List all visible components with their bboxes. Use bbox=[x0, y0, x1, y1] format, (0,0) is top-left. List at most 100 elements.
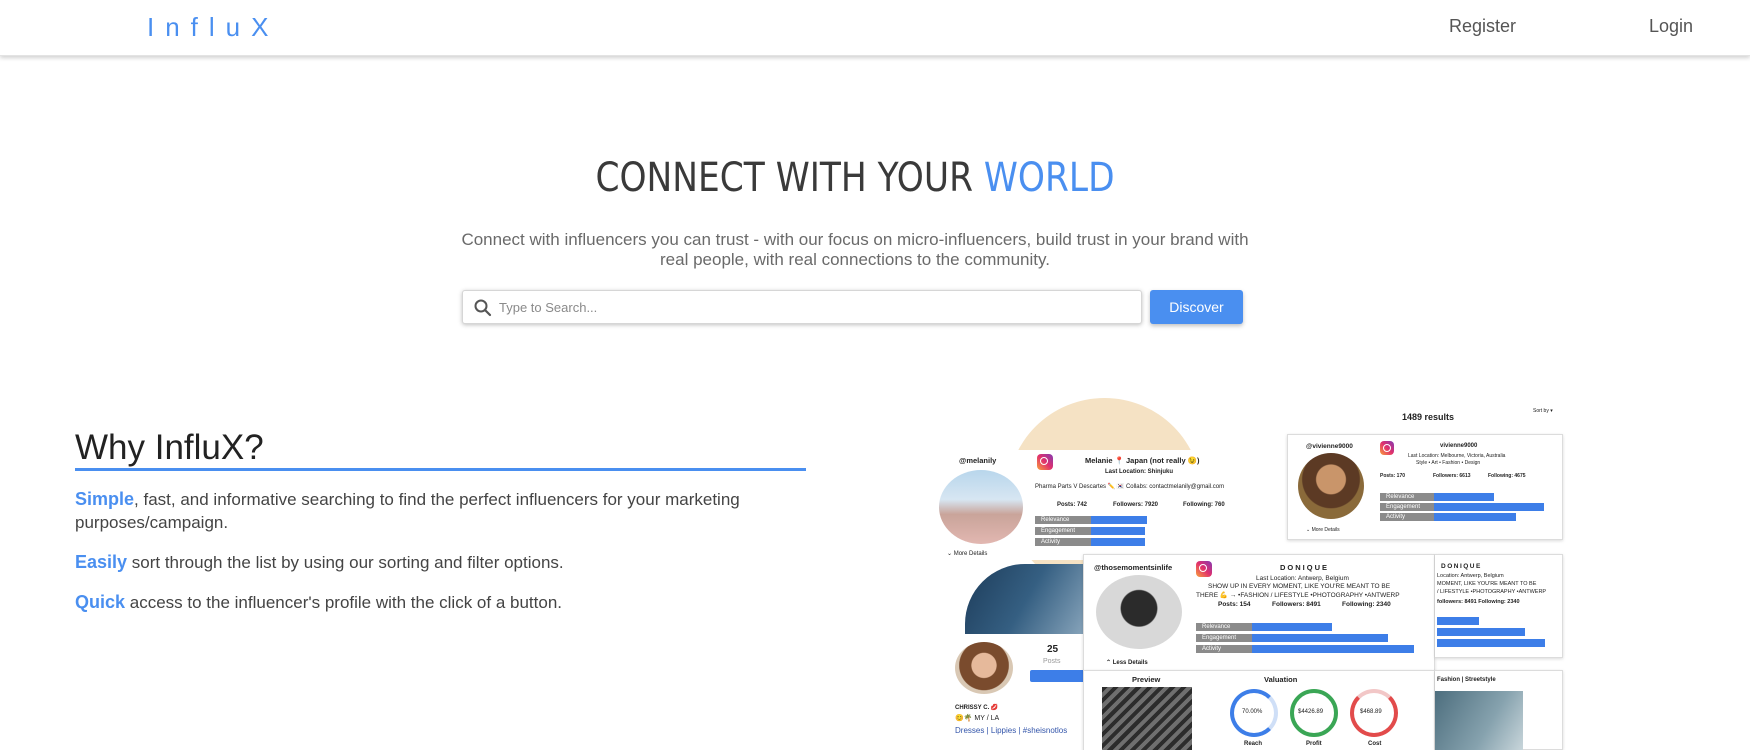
register-link[interactable]: Register bbox=[1449, 16, 1516, 37]
profit-value: $4426.89 bbox=[1298, 709, 1324, 715]
bar-label-engagement: Engagement bbox=[1035, 527, 1091, 535]
card-handle: @vivienne9000 bbox=[1306, 443, 1353, 450]
instagram-icon bbox=[1037, 454, 1053, 470]
profit-label: Profit bbox=[1306, 741, 1322, 747]
less-details: ⌃ Less Details bbox=[1106, 660, 1148, 666]
search-box bbox=[462, 290, 1142, 324]
card-followers: Followers: 6613 bbox=[1433, 473, 1471, 479]
card-location: Last Location: Melbourne, Victoria, Aust… bbox=[1408, 453, 1506, 459]
bar-activity bbox=[1434, 513, 1516, 521]
instagram-icon bbox=[1196, 561, 1212, 577]
valuation-panel: Preview Valuation 70.00% Reach $4426.89 … bbox=[1083, 670, 1435, 750]
card-handle: @thosemomentsinlife bbox=[1094, 563, 1173, 572]
sort-by: Sort by ▾ bbox=[1533, 408, 1553, 414]
discover-button[interactable]: Discover bbox=[1150, 290, 1243, 324]
avatar bbox=[939, 470, 1023, 544]
bar-relevance bbox=[1091, 516, 1147, 524]
cost-value: $468.89 bbox=[1360, 709, 1382, 715]
profile-location: 😊🌴 MY / LA bbox=[955, 715, 1000, 722]
bar-engagement bbox=[1434, 503, 1544, 511]
hero-title-accent: WORLD bbox=[983, 155, 1115, 201]
profile-posts-count: 25 bbox=[1047, 644, 1059, 655]
cost-label: Cost bbox=[1368, 741, 1382, 747]
more-details: ⌄ More Details bbox=[1306, 527, 1340, 533]
hero-title-main: CONNECT WITH YOUR bbox=[595, 155, 984, 201]
card-handle: @melanily bbox=[959, 456, 997, 465]
bar-engagement bbox=[1252, 634, 1388, 642]
valuation-title: Valuation bbox=[1264, 675, 1298, 684]
influencer-card-donique: @thosemomentsinlife DONIQUE Last Locatio… bbox=[1083, 554, 1435, 672]
why-keyword-easily: Easily bbox=[75, 552, 128, 572]
why-point-simple: Simple, fast, and informative searching … bbox=[75, 488, 805, 534]
bar-relevance bbox=[1434, 493, 1494, 501]
reach-value: 70.00% bbox=[1242, 709, 1263, 715]
card-location: Last Location: Antwerp, Belgium bbox=[1256, 575, 1349, 582]
card-name: Melanie 📍 Japan (not really 😉) bbox=[1085, 456, 1200, 465]
why-text-quick: access to the influencer's profile with … bbox=[125, 593, 563, 612]
card-posts: Posts: 742 bbox=[1057, 502, 1088, 508]
app-preview-collage: 1489 results Sort by ▾ @vivienne9000 viv… bbox=[935, 398, 1575, 750]
influencer-card-vivienne: @vivienne9000 vivienne9000 Last Location… bbox=[1287, 434, 1563, 540]
why-point-quick: Quick access to the influencer's profile… bbox=[75, 591, 805, 614]
bar-label-activity: Activity bbox=[1035, 538, 1091, 546]
card-bio-line1: MOMENT, LIKE YOU'RE MEANT TO BE bbox=[1437, 581, 1537, 587]
navbar: InfluX Register Login bbox=[0, 0, 1750, 56]
bar-label-relevance: Relevance bbox=[1380, 493, 1434, 501]
bar-activity bbox=[1437, 639, 1545, 647]
bar-label-relevance: Relevance bbox=[1035, 516, 1091, 524]
card-name: DONIQUE bbox=[1280, 563, 1330, 572]
card-followers: Followers: 7920 bbox=[1113, 502, 1159, 508]
more-details: ⌄ More Details bbox=[947, 551, 988, 557]
profile-chrissy: 25 Posts CHRISSY C. 💋 😊🌴 MY / LA Dresses… bbox=[935, 638, 1090, 750]
card-followers: Followers: 8491 bbox=[1272, 601, 1321, 608]
search-input[interactable] bbox=[499, 291, 1129, 323]
bar-label-relevance: Relevance bbox=[1196, 623, 1252, 631]
influencer-card-donique-right: DONIQUE Location: Antwerp, Belgium MOMEN… bbox=[1435, 554, 1563, 658]
card-name: DONIQUE bbox=[1441, 563, 1482, 570]
results-count: 1489 results bbox=[1402, 412, 1455, 422]
why-point-easily: Easily sort through the list by using ou… bbox=[75, 551, 805, 574]
preview-image bbox=[1102, 687, 1192, 750]
why-text-easily: sort through the list by using our sorti… bbox=[127, 553, 564, 572]
category-tag: Fashion | Streetstyle bbox=[1437, 677, 1496, 683]
search-icon bbox=[474, 299, 492, 317]
influencer-card-melanily: @melanily Melanie 📍 Japan (not really 😉)… bbox=[935, 450, 1271, 560]
card-posts: Posts: 154 bbox=[1218, 601, 1251, 608]
card-bio-line2: THERE 💪 → •FASHION / LIFESTYLE •PHOTOGRA… bbox=[1196, 592, 1400, 599]
card-bio-line1: SHOW UP IN EVERY MOMENT, LIKE YOU'RE MEA… bbox=[1208, 583, 1391, 590]
why-keyword-quick: Quick bbox=[75, 592, 126, 612]
card-bio-line2: / LIFESTYLE •PHOTOGRAPHY •ANTWERP bbox=[1437, 589, 1547, 595]
why-keyword-simple: Simple bbox=[75, 489, 135, 509]
bar-engagement bbox=[1437, 628, 1525, 636]
bar-activity bbox=[1252, 645, 1414, 653]
avatar bbox=[1298, 453, 1364, 519]
category-image bbox=[1435, 691, 1523, 750]
instagram-icon bbox=[1380, 441, 1394, 455]
card-location: Location: Antwerp, Belgium bbox=[1437, 573, 1504, 579]
hero-subtitle: Connect with influencers you can trust -… bbox=[461, 230, 1249, 269]
card-location: Last Location: Shinjuku bbox=[1105, 469, 1174, 475]
bar-label-engagement: Engagement bbox=[1380, 503, 1434, 511]
card-following: Following: 4675 bbox=[1488, 473, 1526, 479]
why-divider bbox=[75, 468, 806, 471]
bar-label-activity: Activity bbox=[1380, 513, 1434, 521]
login-link[interactable]: Login bbox=[1649, 16, 1693, 37]
why-text-simple: , fast, and informative searching to fin… bbox=[75, 490, 740, 532]
bar-relevance bbox=[1437, 617, 1479, 625]
bar-label-activity: Activity bbox=[1196, 645, 1252, 653]
card-name: vivienne9000 bbox=[1440, 443, 1478, 449]
category-card: Fashion | Streetstyle bbox=[1435, 670, 1563, 750]
profile-tags: Dresses | Lippies | #sheisnotlos bbox=[955, 726, 1068, 735]
hero-title: CONNECT WITH YOUR WORLD bbox=[120, 155, 1591, 201]
avatar bbox=[955, 642, 1013, 694]
card-bio: Style • Art • Fashion • Design bbox=[1416, 460, 1481, 466]
card-bio: Pharma Parts V Descartes ✏️ 🇰🇷 Collabs: … bbox=[1035, 484, 1225, 490]
card-stats: followers: 8491 Following: 2340 bbox=[1437, 599, 1520, 605]
card-posts: Posts: 170 bbox=[1380, 473, 1406, 479]
bar-relevance bbox=[1252, 623, 1332, 631]
reach-label: Reach bbox=[1244, 741, 1263, 747]
bar-activity bbox=[1091, 538, 1145, 546]
follow-button bbox=[1030, 670, 1090, 682]
card-following: Following: 760 bbox=[1183, 502, 1225, 508]
logo[interactable]: InfluX bbox=[147, 12, 280, 43]
